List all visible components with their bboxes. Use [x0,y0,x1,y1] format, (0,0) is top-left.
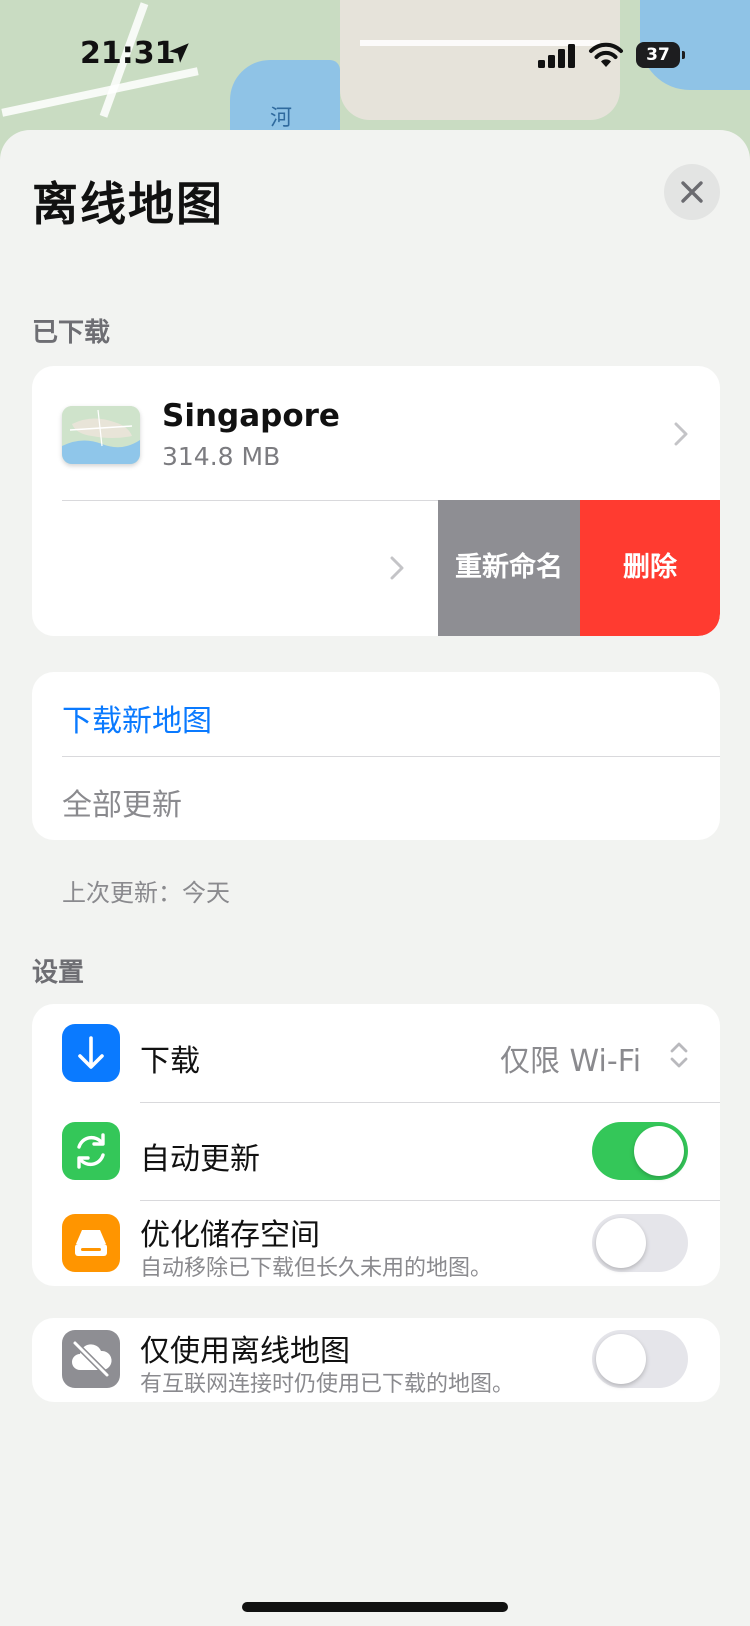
offline-only-label: 仅使用离线地图 [140,1334,350,1369]
page-title: 离线地图 [32,177,224,231]
map-size: 314.8 MB [162,442,281,471]
battery-level: 37 [636,42,680,68]
refresh-icon [62,1122,120,1180]
downloaded-item-singapore[interactable]: Singapore 314.8 MB [32,366,720,500]
downloaded-card: Singapore 314.8 MB 重新命名 删除 [32,366,720,636]
settings-row-auto-update: 自动更新 [32,1102,720,1200]
chevron-right-icon [390,556,404,580]
optimize-storage-subtitle: 自动移除已下载但长久未用的地图。 [140,1256,493,1281]
battery-icon: 37 [636,42,686,68]
optimize-storage-label: 优化储存空间 [140,1218,320,1253]
offline-only-subtitle: 有互联网连接时仍使用已下载的地图。 [140,1372,515,1397]
offline-only-toggle[interactable] [592,1330,688,1388]
swiped-list-row[interactable]: 重新命名 删除 [32,500,720,636]
location-arrow-icon [169,43,189,63]
update-all-button[interactable]: 全部更新 [62,780,182,824]
section-label-downloaded: 已下载 [32,318,111,348]
settings-row-download[interactable]: 下载 仅限 Wi-Fi [32,1004,720,1102]
settings-row-offline-only: 仅使用离线地图 有互联网连接时仍使用已下载的地图。 [32,1318,720,1402]
close-icon [681,181,703,203]
cellular-signal-icon [538,44,575,68]
drive-icon [62,1214,120,1272]
download-new-map-button[interactable]: 下载新地图 [62,696,212,740]
download-label: 下载 [140,1044,200,1079]
home-indicator[interactable] [242,1602,508,1612]
actions-card: 下载新地图 全部更新 [32,672,720,840]
settings-row-optimize-storage: 优化储存空间 自动移除已下载但长久未用的地图。 [32,1200,720,1286]
delete-button[interactable]: 删除 [580,500,720,636]
download-value: 仅限 Wi-Fi [500,1044,642,1079]
wifi-icon [589,42,623,67]
rename-button[interactable]: 重新命名 [438,500,580,636]
map-thumbnail [62,406,140,464]
divider [62,756,720,757]
settings-card: 下载 仅限 Wi-Fi 自动更新 优化储存空间 自动移除已下载但长久未用的地图。 [32,1004,720,1286]
offline-only-card: 仅使用离线地图 有互联网连接时仍使用已下载的地图。 [32,1318,720,1402]
chevron-right-icon [674,422,688,446]
close-button[interactable] [664,164,720,220]
arrow-down-icon [62,1024,120,1082]
last-update-text: 上次更新：今天 [62,879,230,907]
status-time: 21:31 [80,36,176,71]
auto-update-label: 自动更新 [140,1142,260,1177]
map-name: Singapore [162,398,340,434]
optimize-storage-toggle[interactable] [592,1214,688,1272]
chevron-up-down-icon [670,1042,688,1068]
auto-update-toggle[interactable] [592,1122,688,1180]
cloud-off-icon [62,1330,120,1388]
status-bar: 21:31 37 [0,0,750,110]
section-label-settings: 设置 [32,958,85,988]
